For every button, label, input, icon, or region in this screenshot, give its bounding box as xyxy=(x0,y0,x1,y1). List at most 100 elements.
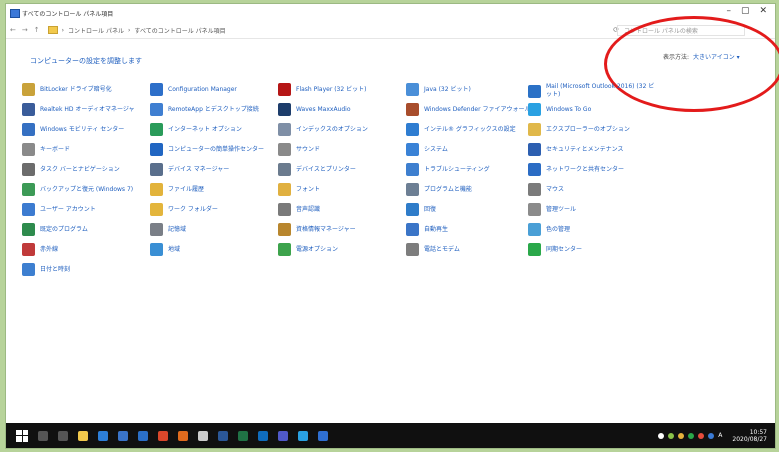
edge-icon[interactable] xyxy=(98,430,108,441)
control-panel-item[interactable]: セキュリティとメンテナンス xyxy=(528,143,658,156)
forward-arrow-icon[interactable]: → xyxy=(22,26,28,34)
control-panel-item[interactable]: バックアップと復元 (Windows 7) xyxy=(22,183,152,196)
mouse-icon xyxy=(528,183,541,196)
clock-date: 2020/08/27 xyxy=(732,435,767,443)
control-panel-item[interactable]: ワーク フォルダー xyxy=(150,203,280,216)
mail-app-icon[interactable] xyxy=(138,430,148,441)
windows-to-go-icon xyxy=(528,103,541,116)
control-panel-item[interactable]: インターネット オプション xyxy=(150,123,280,136)
control-panel-item[interactable]: エクスプローラーのオプション xyxy=(528,123,658,136)
control-panel-item[interactable]: Windows To Go xyxy=(528,103,658,116)
control-panel-item[interactable]: 音声認識 xyxy=(278,203,408,216)
control-panel-item[interactable]: 同期センター xyxy=(528,243,658,256)
back-arrow-icon[interactable]: ← xyxy=(10,26,16,34)
control-panel-item[interactable]: 記憶域 xyxy=(150,223,280,236)
outlook-icon[interactable] xyxy=(258,430,268,441)
tray-icon[interactable] xyxy=(708,432,715,439)
control-panel-item[interactable]: Configuration Manager xyxy=(150,83,280,96)
app-icon[interactable] xyxy=(298,430,308,441)
control-panel-item[interactable]: コンピューターの簡単操作センター xyxy=(150,143,280,156)
programs-features-icon xyxy=(406,183,419,196)
speech-recognition-icon xyxy=(278,203,291,216)
breadcrumb-item[interactable]: コントロール パネル xyxy=(68,26,124,35)
start-button[interactable] xyxy=(16,429,28,442)
control-panel-item[interactable]: 資格情報マネージャー xyxy=(278,223,408,236)
control-panel-item[interactable]: 自動再生 xyxy=(406,223,536,236)
control-panel-item[interactable]: マウス xyxy=(528,183,658,196)
minimize-button[interactable]: – xyxy=(726,6,731,16)
task-view-icon[interactable] xyxy=(58,430,68,441)
maximize-button[interactable]: ▢ xyxy=(741,6,750,16)
control-panel-taskbar-icon[interactable] xyxy=(318,430,328,441)
control-panel-item[interactable]: タスク バーとナビゲーション xyxy=(22,163,152,176)
excel-icon[interactable] xyxy=(238,430,248,441)
control-panel-item[interactable]: ファイル履歴 xyxy=(150,183,280,196)
control-panel-item[interactable]: Windows Defender ファイアウォール xyxy=(406,103,536,116)
control-panel-item-label: 地域 xyxy=(168,245,181,253)
control-panel-item[interactable]: ネットワークと共有センター xyxy=(528,163,658,176)
page-title: コンピューターの設定を調整します xyxy=(30,57,142,65)
control-panel-item[interactable]: インテル® グラフィックスの設定 xyxy=(406,123,536,136)
control-panel-item-label: 回復 xyxy=(424,205,437,213)
control-panel-item[interactable]: 地域 xyxy=(150,243,280,256)
date-time-icon xyxy=(22,263,35,276)
control-panel-item[interactable]: フォント xyxy=(278,183,408,196)
control-panel-item[interactable]: 管理ツール xyxy=(528,203,658,216)
control-panel-item[interactable]: BitLocker ドライブ暗号化 xyxy=(22,83,152,96)
control-panel-item[interactable]: 色の管理 xyxy=(528,223,658,236)
control-panel-item-label: インターネット オプション xyxy=(168,125,242,133)
chrome-icon[interactable] xyxy=(158,430,168,441)
color-management-icon xyxy=(528,223,541,236)
control-panel-item[interactable]: 日付と時刻 xyxy=(22,263,152,276)
control-panel-item[interactable]: 赤外線 xyxy=(22,243,152,256)
control-panel-item[interactable]: Realtek HD オーディオマネージャ xyxy=(22,103,152,116)
control-panel-item[interactable]: Mail (Microsoft Outlook 2016) (32 ビット) xyxy=(528,83,658,99)
control-panel-item[interactable]: デバイス マネージャー xyxy=(150,163,280,176)
mail-icon xyxy=(528,84,541,98)
control-panel-item[interactable]: デバイスとプリンター xyxy=(278,163,408,176)
firewall-icon xyxy=(406,103,419,116)
control-panel-item[interactable]: RemoteApp とデスクトップ接続 xyxy=(150,103,280,116)
control-panel-item-label: Mail (Microsoft Outlook 2016) (32 ビット) xyxy=(546,83,655,98)
control-panel-item[interactable]: 電話とモデム xyxy=(406,243,536,256)
tray-icon[interactable] xyxy=(698,432,705,439)
power-options-icon xyxy=(278,243,291,256)
sync-center-icon xyxy=(528,243,541,256)
control-panel-item[interactable]: Waves MaxxAudio xyxy=(278,103,408,116)
control-panel-item[interactable]: インデックスのオプション xyxy=(278,123,408,136)
control-panel-item[interactable]: Windows モビリティ センター xyxy=(22,123,152,136)
control-panel-item[interactable]: 回復 xyxy=(406,203,536,216)
calculator-icon[interactable] xyxy=(198,430,208,441)
tray-icon[interactable] xyxy=(678,432,685,439)
control-panel-item[interactable]: プログラムと機能 xyxy=(406,183,536,196)
search-icon[interactable] xyxy=(38,430,48,441)
control-panel-item[interactable]: サウンド xyxy=(278,143,408,156)
control-panel-item[interactable]: Java (32 ビット) xyxy=(406,83,536,96)
control-panel-item[interactable]: 電源オプション xyxy=(278,243,408,256)
mobility-center-icon xyxy=(22,123,35,136)
control-panel-item[interactable]: システム xyxy=(406,143,536,156)
up-arrow-icon[interactable]: ↑ xyxy=(34,26,40,34)
word-icon[interactable] xyxy=(218,430,228,441)
teams-icon[interactable] xyxy=(278,430,288,441)
waves-icon xyxy=(278,103,291,116)
control-panel-item[interactable]: Flash Player (32 ビット) xyxy=(278,83,408,96)
control-panel-item[interactable]: ユーザー アカウント xyxy=(22,203,152,216)
autoplay-icon xyxy=(406,223,419,236)
store-icon[interactable] xyxy=(118,430,128,441)
explorer-icon[interactable] xyxy=(78,430,88,441)
ime-indicator[interactable]: A xyxy=(718,432,722,439)
tray-icon[interactable] xyxy=(658,432,665,439)
control-panel-item[interactable]: トラブルシューティング xyxy=(406,163,536,176)
clock[interactable]: 10:57 2020/08/27 xyxy=(732,429,767,443)
close-button[interactable]: ✕ xyxy=(759,6,767,16)
breadcrumb[interactable]: › コントロール パネル › すべてのコントロール パネル項目 xyxy=(47,26,226,35)
control-panel-item[interactable]: キーボード xyxy=(22,143,152,156)
breadcrumb-item[interactable]: すべてのコントロール パネル項目 xyxy=(134,26,225,35)
explorer-options-icon xyxy=(528,123,541,136)
tray-icon[interactable] xyxy=(668,432,675,439)
control-panel-item-label: 電話とモデム xyxy=(424,245,460,253)
control-panel-item[interactable]: 既定のプログラム xyxy=(22,223,152,236)
tray-icon[interactable] xyxy=(688,432,695,439)
firefox-icon[interactable] xyxy=(178,430,188,441)
